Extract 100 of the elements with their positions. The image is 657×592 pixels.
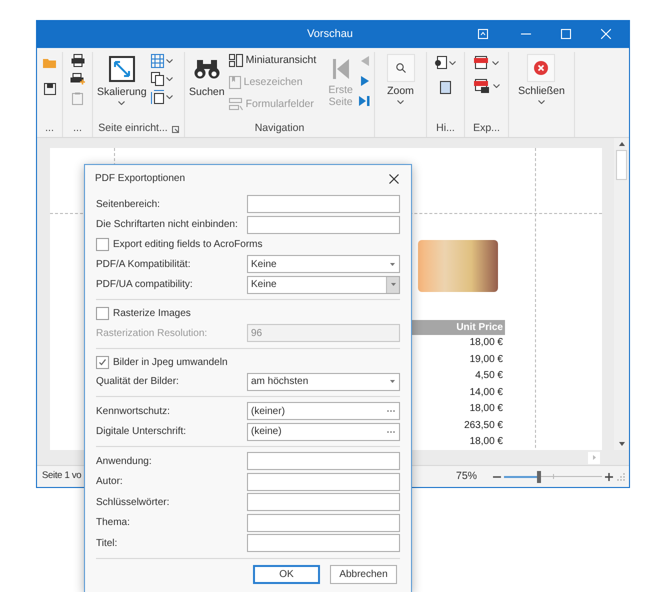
table-header: Unit Price [412,320,505,335]
checkbox-label: Rasterize Images [113,307,191,321]
up-arrow-icon [618,142,624,146]
input-field[interactable] [247,216,400,234]
print-button[interactable] [70,54,84,67]
input-field[interactable] [247,514,400,532]
margins-button[interactable] [150,54,173,68]
input-field[interactable] [247,493,400,512]
field-label: PDF/UA compatibility: [96,278,194,292]
zoom-reading: 75% [456,468,477,484]
printer-icon [70,73,85,86]
pages-icon [150,72,164,86]
checkbox[interactable] [96,356,109,368]
group-label: Seite einricht... [98,121,168,136]
last-page-icon [359,96,370,106]
dropdown-arrow-icon [390,283,396,286]
dropdown-value: Keine [251,258,278,272]
dialog-button[interactable]: Abbrechen [330,564,397,584]
field-value: 96 [251,326,262,341]
dialog-launcher-icon[interactable] [172,126,179,133]
checkbox-label: Export editing fields to AcroForms [113,238,263,252]
table-cell-text: 18,00 € [470,402,504,416]
field-label: Autor: [96,475,124,490]
zoom-slider[interactable] [504,470,602,482]
group-label: ... [45,121,54,136]
checkbox-label: Bilder in Jpeg umwandeln [113,356,228,370]
magnifier-icon [396,63,406,73]
search-button[interactable]: Suchen [189,52,225,101]
picker-field[interactable]: (keine) [247,422,400,441]
caret-icon [118,100,126,105]
left-triangle-icon [360,56,368,66]
resize-arrows-icon [108,56,135,82]
caret-icon [492,84,500,88]
caret-icon [166,59,173,63]
checkbox[interactable] [96,238,109,251]
page-arrow-button[interactable] [359,96,370,106]
dropdown-field[interactable]: Keine [247,276,400,294]
page-arrow-button[interactable] [360,76,368,86]
picker-field[interactable]: (keiner) [247,402,400,420]
export-button[interactable] [474,56,499,69]
window-icon [478,29,488,39]
caret-icon [538,100,545,104]
minimize-icon [521,33,531,35]
table-cell-text: 19,00 € [470,352,504,366]
dropdown-arrow-icon [390,380,395,384]
dropdown-field[interactable]: am höchsten [247,372,400,391]
folder-icon [42,58,56,69]
table-cell-text: 18,00 € [470,336,504,350]
field-label: PDF/A Kompatibilität: [96,258,192,272]
field-label: Schlüsselwörter: [96,496,170,510]
scroll-thumb[interactable] [616,150,627,180]
dialog-title: PDF Exportoptionen [95,172,186,186]
zoom-in-button[interactable] [605,472,613,480]
group-label: Navigation [254,121,304,136]
navigation-link[interactable]: Miniaturansicht [228,53,316,69]
field-label: Kennwortschutz: [96,404,171,419]
close-preview-button[interactable]: Schließen [518,54,565,122]
dropdown-value: am höchsten [251,375,310,390]
field-label: Rasterization Resolution: [96,326,208,341]
input-field[interactable] [247,452,400,470]
save-button[interactable] [44,83,56,95]
minus-icon [493,476,501,478]
dropdown-field[interactable]: Keine [247,255,400,274]
field-label: Anwendung: [96,454,153,469]
right-arrow-icon [592,455,596,460]
dropdown-arrow-icon [390,262,395,266]
ellipsis-icon [387,410,395,412]
scale-button[interactable]: Skalierung [97,52,147,105]
down-arrow-icon [618,442,624,446]
plus-icon [605,472,613,480]
input-field[interactable] [247,472,400,491]
close-icon [389,174,399,184]
binoculars-icon [194,58,220,80]
field-label: Titel: [96,536,118,551]
group-label: ... [73,121,82,136]
dialog-close-button[interactable] [389,174,399,184]
window-title: Vorschau [307,26,353,42]
right-triangle-icon [360,76,368,86]
dialog-button[interactable]: OK [253,564,320,584]
picker-value: (keiner) [251,404,286,419]
background-button[interactable] [440,81,451,94]
orientation-button[interactable] [150,72,173,86]
picker-value: (keine) [251,425,283,440]
clipboard-icon [72,92,83,105]
input-field[interactable] [247,534,400,552]
checkbox[interactable] [96,307,109,320]
field-label: Die Schriftarten nicht einbinden: [96,218,239,232]
pdf-file-icon [474,56,488,69]
field-label: Seitenbereich: [96,198,161,212]
page-size-button[interactable] [150,90,173,104]
first-page-icon [332,58,350,80]
close-circle-icon [534,61,548,75]
zoom-slider-thumb[interactable] [537,470,542,482]
bookmark-icon [228,76,241,90]
pdf-mail-icon [474,79,488,93]
quick-print-button[interactable] [70,73,85,86]
table-cell-text: 4,50 € [475,369,504,383]
zoom-button[interactable]: Zoom [386,54,414,122]
input-field[interactable] [247,195,400,214]
form-fields-icon [228,98,243,111]
